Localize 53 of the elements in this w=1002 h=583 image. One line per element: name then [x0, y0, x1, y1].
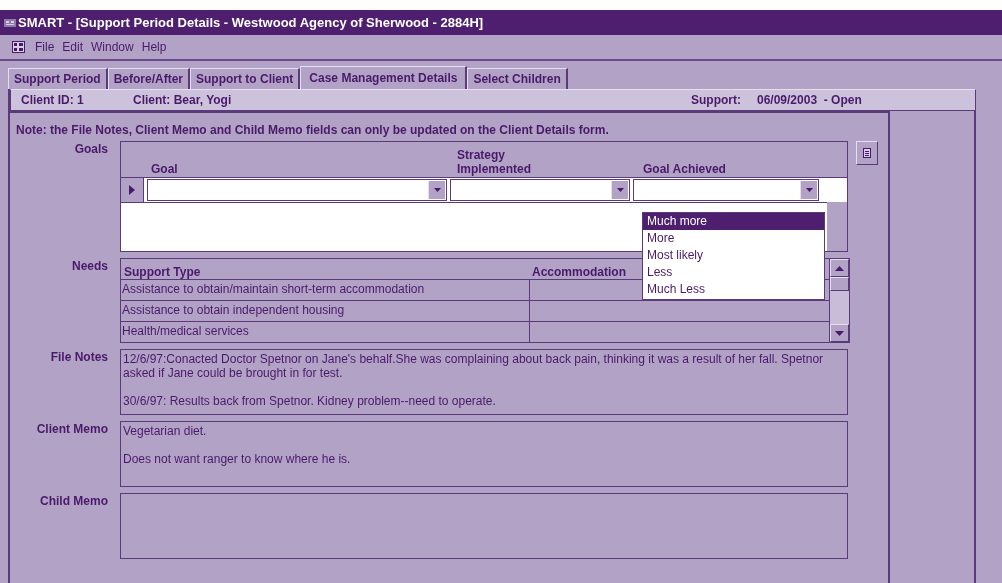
document-icon — [863, 148, 871, 158]
menu-item[interactable]: Window — [87, 40, 138, 54]
dropdown-arrow-icon — [616, 188, 624, 192]
field-label: Client Memo — [35, 421, 109, 436]
dropdown-option[interactable]: Most likely — [643, 247, 824, 264]
column-header: Accommodation — [531, 265, 626, 279]
menu-item[interactable]: File — [31, 40, 59, 54]
support-value: 06/09/2003 - Open — [757, 93, 863, 107]
column-header: Strategy Implemented — [457, 148, 532, 176]
dropdown-option[interactable]: Less — [643, 264, 824, 281]
app-icon — [4, 17, 16, 28]
note-text: Note: the File Notes, Client Memo and Child Memo fields can only be updated on the Client Details form. — [15, 123, 610, 139]
field-label: File Notes — [49, 349, 109, 364]
memo-field[interactable]: 12/6/97:Conacted Doctor Spetnor on Jane's behalf.She was complaining about back pain, thinking it was a result of her fall. Spetnor asked if Jane could be brought in for test. 30/6/97: Results back from Spetnor. Kidney problem--need to operate. — [120, 349, 848, 415]
combo-box[interactable] — [147, 179, 447, 201]
combo-box[interactable] — [450, 179, 630, 201]
column-header: Support Type — [123, 265, 202, 279]
scrollbar[interactable] — [829, 259, 849, 342]
scroll-thumb[interactable] — [830, 277, 849, 291]
column-header: Goal Achieved — [643, 162, 727, 176]
tab[interactable]: Case Management Details — [300, 66, 468, 89]
menu-item[interactable]: Help — [137, 40, 171, 54]
field-label: Needs — [70, 258, 109, 273]
dropdown-arrow-icon — [805, 188, 813, 192]
tab[interactable]: Select Children — [467, 68, 568, 89]
scroll-down-button[interactable] — [830, 324, 849, 342]
client-name: Client: Bear, Yogi — [133, 93, 233, 107]
form-icon — [12, 41, 25, 53]
dropdown-option[interactable]: More — [643, 230, 824, 247]
window-title: SMART - [Support Period Details - Westwood Agency of Sherwood - 2884H] — [18, 15, 484, 30]
table-cell: Assistance to obtain independent housing — [121, 301, 530, 321]
dropdown-arrow-icon — [433, 188, 441, 192]
tab[interactable]: Support Period — [8, 68, 108, 89]
table-cell: Assistance to obtain/maintain short-term accommodation — [121, 280, 530, 300]
field-label: Child Memo — [39, 493, 109, 508]
scroll-up-button[interactable] — [830, 259, 849, 277]
memo-field[interactable] — [120, 493, 848, 559]
tab[interactable]: Support to Client — [190, 68, 301, 89]
field-label: Goals — [73, 141, 109, 156]
column-header: Goal — [151, 162, 179, 176]
up-arrow-icon — [835, 265, 844, 271]
memo-field[interactable]: Vegetarian diet. Does not want ranger to know where he is. — [120, 421, 848, 487]
table-cell: Health/medical services — [121, 322, 530, 342]
combo-box[interactable] — [633, 179, 819, 201]
row-selector-icon — [129, 185, 135, 195]
notes-button[interactable] — [856, 141, 878, 165]
down-arrow-icon — [835, 330, 844, 336]
dropdown-option[interactable]: Much more — [643, 213, 824, 230]
support-label: Support: — [691, 93, 741, 107]
client-id: Client ID: 1 — [21, 93, 85, 107]
menu-item[interactable]: Edit — [58, 40, 88, 54]
tab[interactable]: Before/After — [107, 68, 191, 89]
dropdown-option[interactable]: Much Less — [643, 281, 824, 298]
